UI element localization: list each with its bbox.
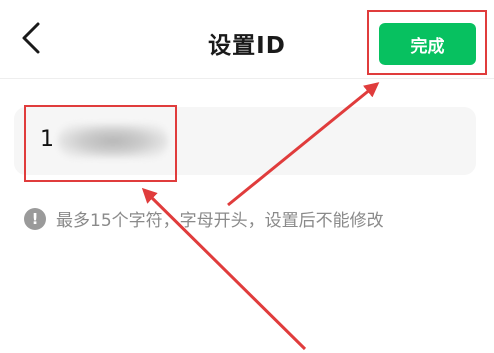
- input-highlight: [24, 105, 177, 182]
- done-button-highlight: [367, 10, 487, 75]
- id-rules-hint: ! 最多15个字符，字母开头，设置后不能修改: [24, 206, 384, 231]
- exclamation-circle-icon: !: [24, 207, 46, 230]
- set-id-screen: 设置ID 完成 1 ! 最多15个字符，字母开头，设置后不能修改: [0, 0, 494, 353]
- hint-text: 最多15个字符，字母开头，设置后不能修改: [56, 211, 384, 231]
